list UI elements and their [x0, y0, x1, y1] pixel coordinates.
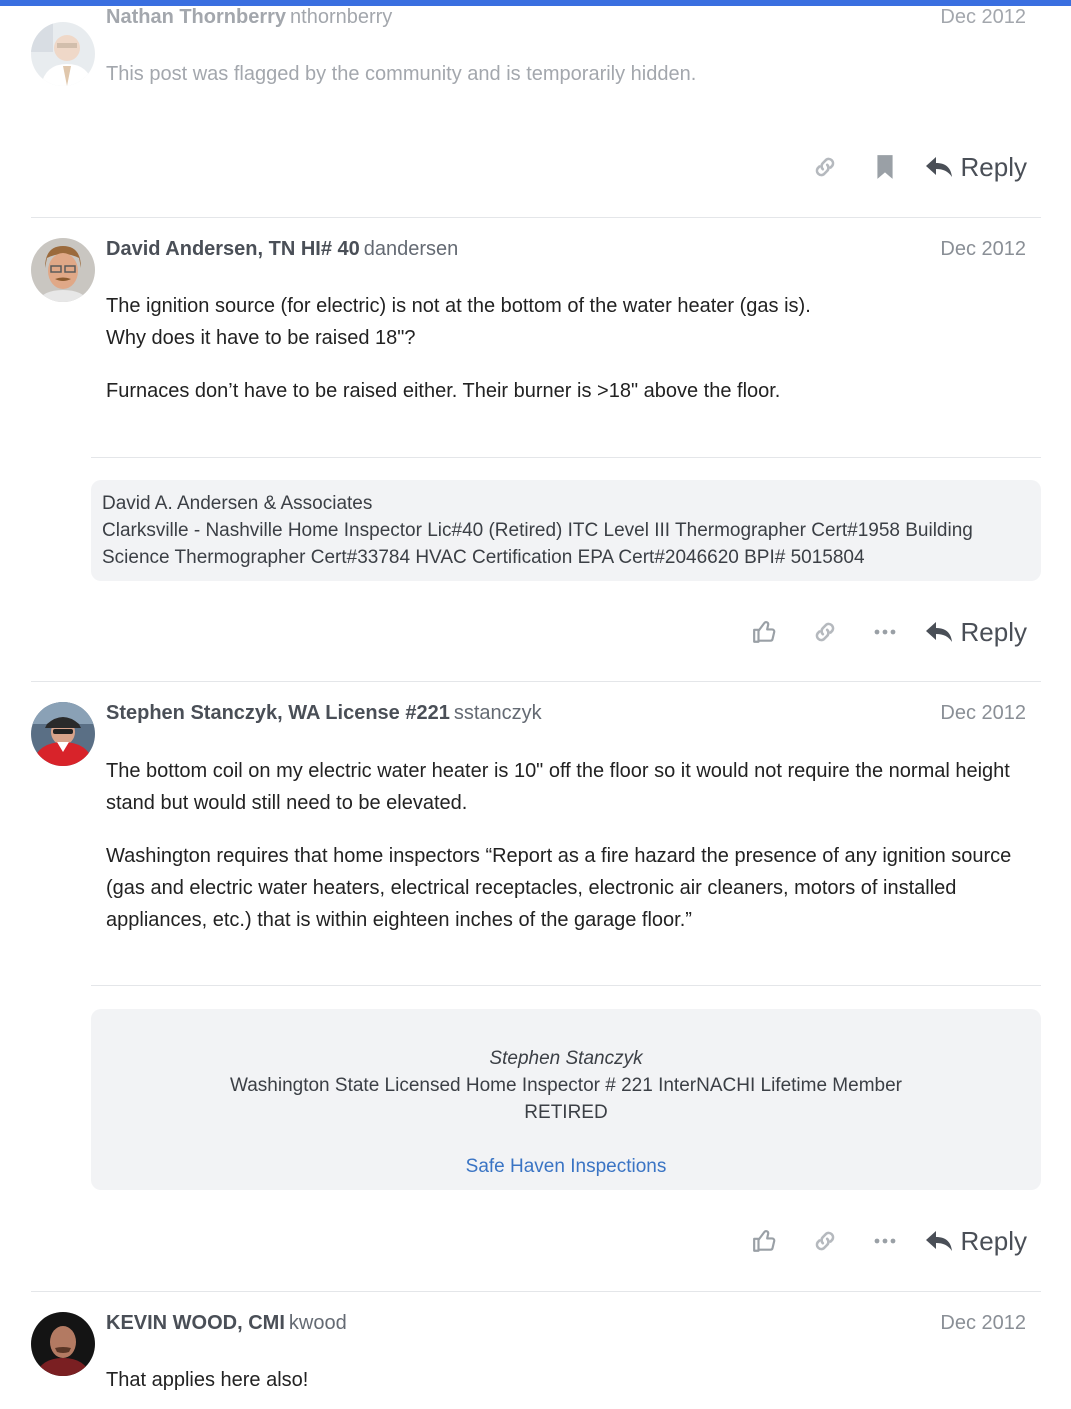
user-signature: David A. Andersen & Associates Clarksvil… — [91, 480, 1041, 581]
signature-line: Washington State Licensed Home Inspector… — [229, 1075, 902, 1096]
reply-button[interactable]: Reply — [915, 1221, 1027, 1261]
reply-label: Reply — [960, 151, 1027, 182]
author-username[interactable]: kwood — [289, 1312, 347, 1334]
more-icon[interactable] — [855, 612, 915, 652]
post-author: KEVIN WOOD, CMI kwood — [106, 1312, 347, 1335]
post-author: Nathan Thornberry nthornberry — [106, 6, 392, 29]
author-fullname[interactable]: Stephen Stanczyk, WA License #221 — [106, 702, 450, 724]
link-icon[interactable] — [795, 612, 855, 652]
user-signature: Stephen Stanczyk Washington State Licens… — [91, 1009, 1041, 1190]
post-date[interactable]: Dec 2012 — [940, 702, 1026, 725]
signature-divider — [91, 457, 1041, 458]
link-icon[interactable] — [795, 1221, 855, 1261]
author-fullname[interactable]: KEVIN WOOD, CMI — [106, 1312, 285, 1334]
post-hidden-notice: This post was flagged by the community a… — [106, 63, 697, 85]
post-body-paragraph: That applies here also! — [106, 1369, 309, 1391]
signature-link[interactable]: Safe Haven Inspections — [91, 1153, 1041, 1180]
avatar[interactable] — [31, 22, 95, 86]
link-icon[interactable] — [795, 147, 855, 187]
more-icon[interactable] — [855, 1221, 915, 1261]
post-date[interactable]: Dec 2012 — [940, 1312, 1026, 1335]
signature-line: RETIRED — [524, 1102, 608, 1123]
reply-icon — [925, 622, 952, 642]
post-author: David Andersen, TN HI# 40 dandersen — [106, 238, 458, 261]
author-username[interactable]: sstanczyk — [454, 702, 542, 724]
author-fullname[interactable]: Nathan Thornberry — [106, 6, 286, 28]
reply-label: Reply — [960, 616, 1027, 647]
signature-line: David A. Andersen & Associates — [102, 493, 373, 514]
signature-divider — [91, 985, 1041, 986]
post-body-paragraph: Washington requires that home inspectors… — [106, 845, 1012, 931]
signature-name: Stephen Stanczyk — [489, 1048, 643, 1069]
post-date[interactable]: Dec 2012 — [940, 6, 1026, 29]
post-date[interactable]: Dec 2012 — [940, 238, 1026, 261]
author-username[interactable]: dandersen — [364, 238, 459, 260]
bookmark-icon[interactable] — [855, 147, 915, 187]
avatar[interactable] — [31, 702, 95, 766]
reply-icon — [925, 1231, 952, 1251]
post-actions: Reply — [795, 147, 1027, 187]
post-actions: Reply — [735, 612, 1027, 652]
post-body-line: The ignition source (for electric) is no… — [106, 295, 811, 317]
like-icon[interactable] — [735, 1221, 795, 1261]
post-author: Stephen Stanczyk, WA License #221 sstancz… — [106, 702, 542, 725]
post-divider — [31, 1291, 1041, 1292]
avatar[interactable] — [31, 1312, 95, 1376]
author-username[interactable]: nthornberry — [290, 6, 392, 28]
reply-icon — [925, 157, 952, 177]
author-fullname[interactable]: David Andersen, TN HI# 40 — [106, 238, 360, 260]
post-divider — [31, 217, 1041, 218]
post-body-line: Furnaces don’t have to be raised either.… — [106, 380, 781, 402]
signature-line: Clarksville - Nashville Home Inspector L… — [102, 520, 973, 568]
post-divider — [31, 681, 1041, 682]
post-body-paragraph: The bottom coil on my electric water hea… — [106, 760, 1010, 814]
post-actions: Reply — [735, 1221, 1027, 1261]
reply-button[interactable]: Reply — [915, 147, 1027, 187]
post-body-line: Why does it have to be raised 18"? — [106, 327, 416, 349]
like-icon[interactable] — [735, 612, 795, 652]
avatar[interactable] — [31, 238, 95, 302]
reply-button[interactable]: Reply — [915, 612, 1027, 652]
reply-label: Reply — [960, 1225, 1027, 1256]
